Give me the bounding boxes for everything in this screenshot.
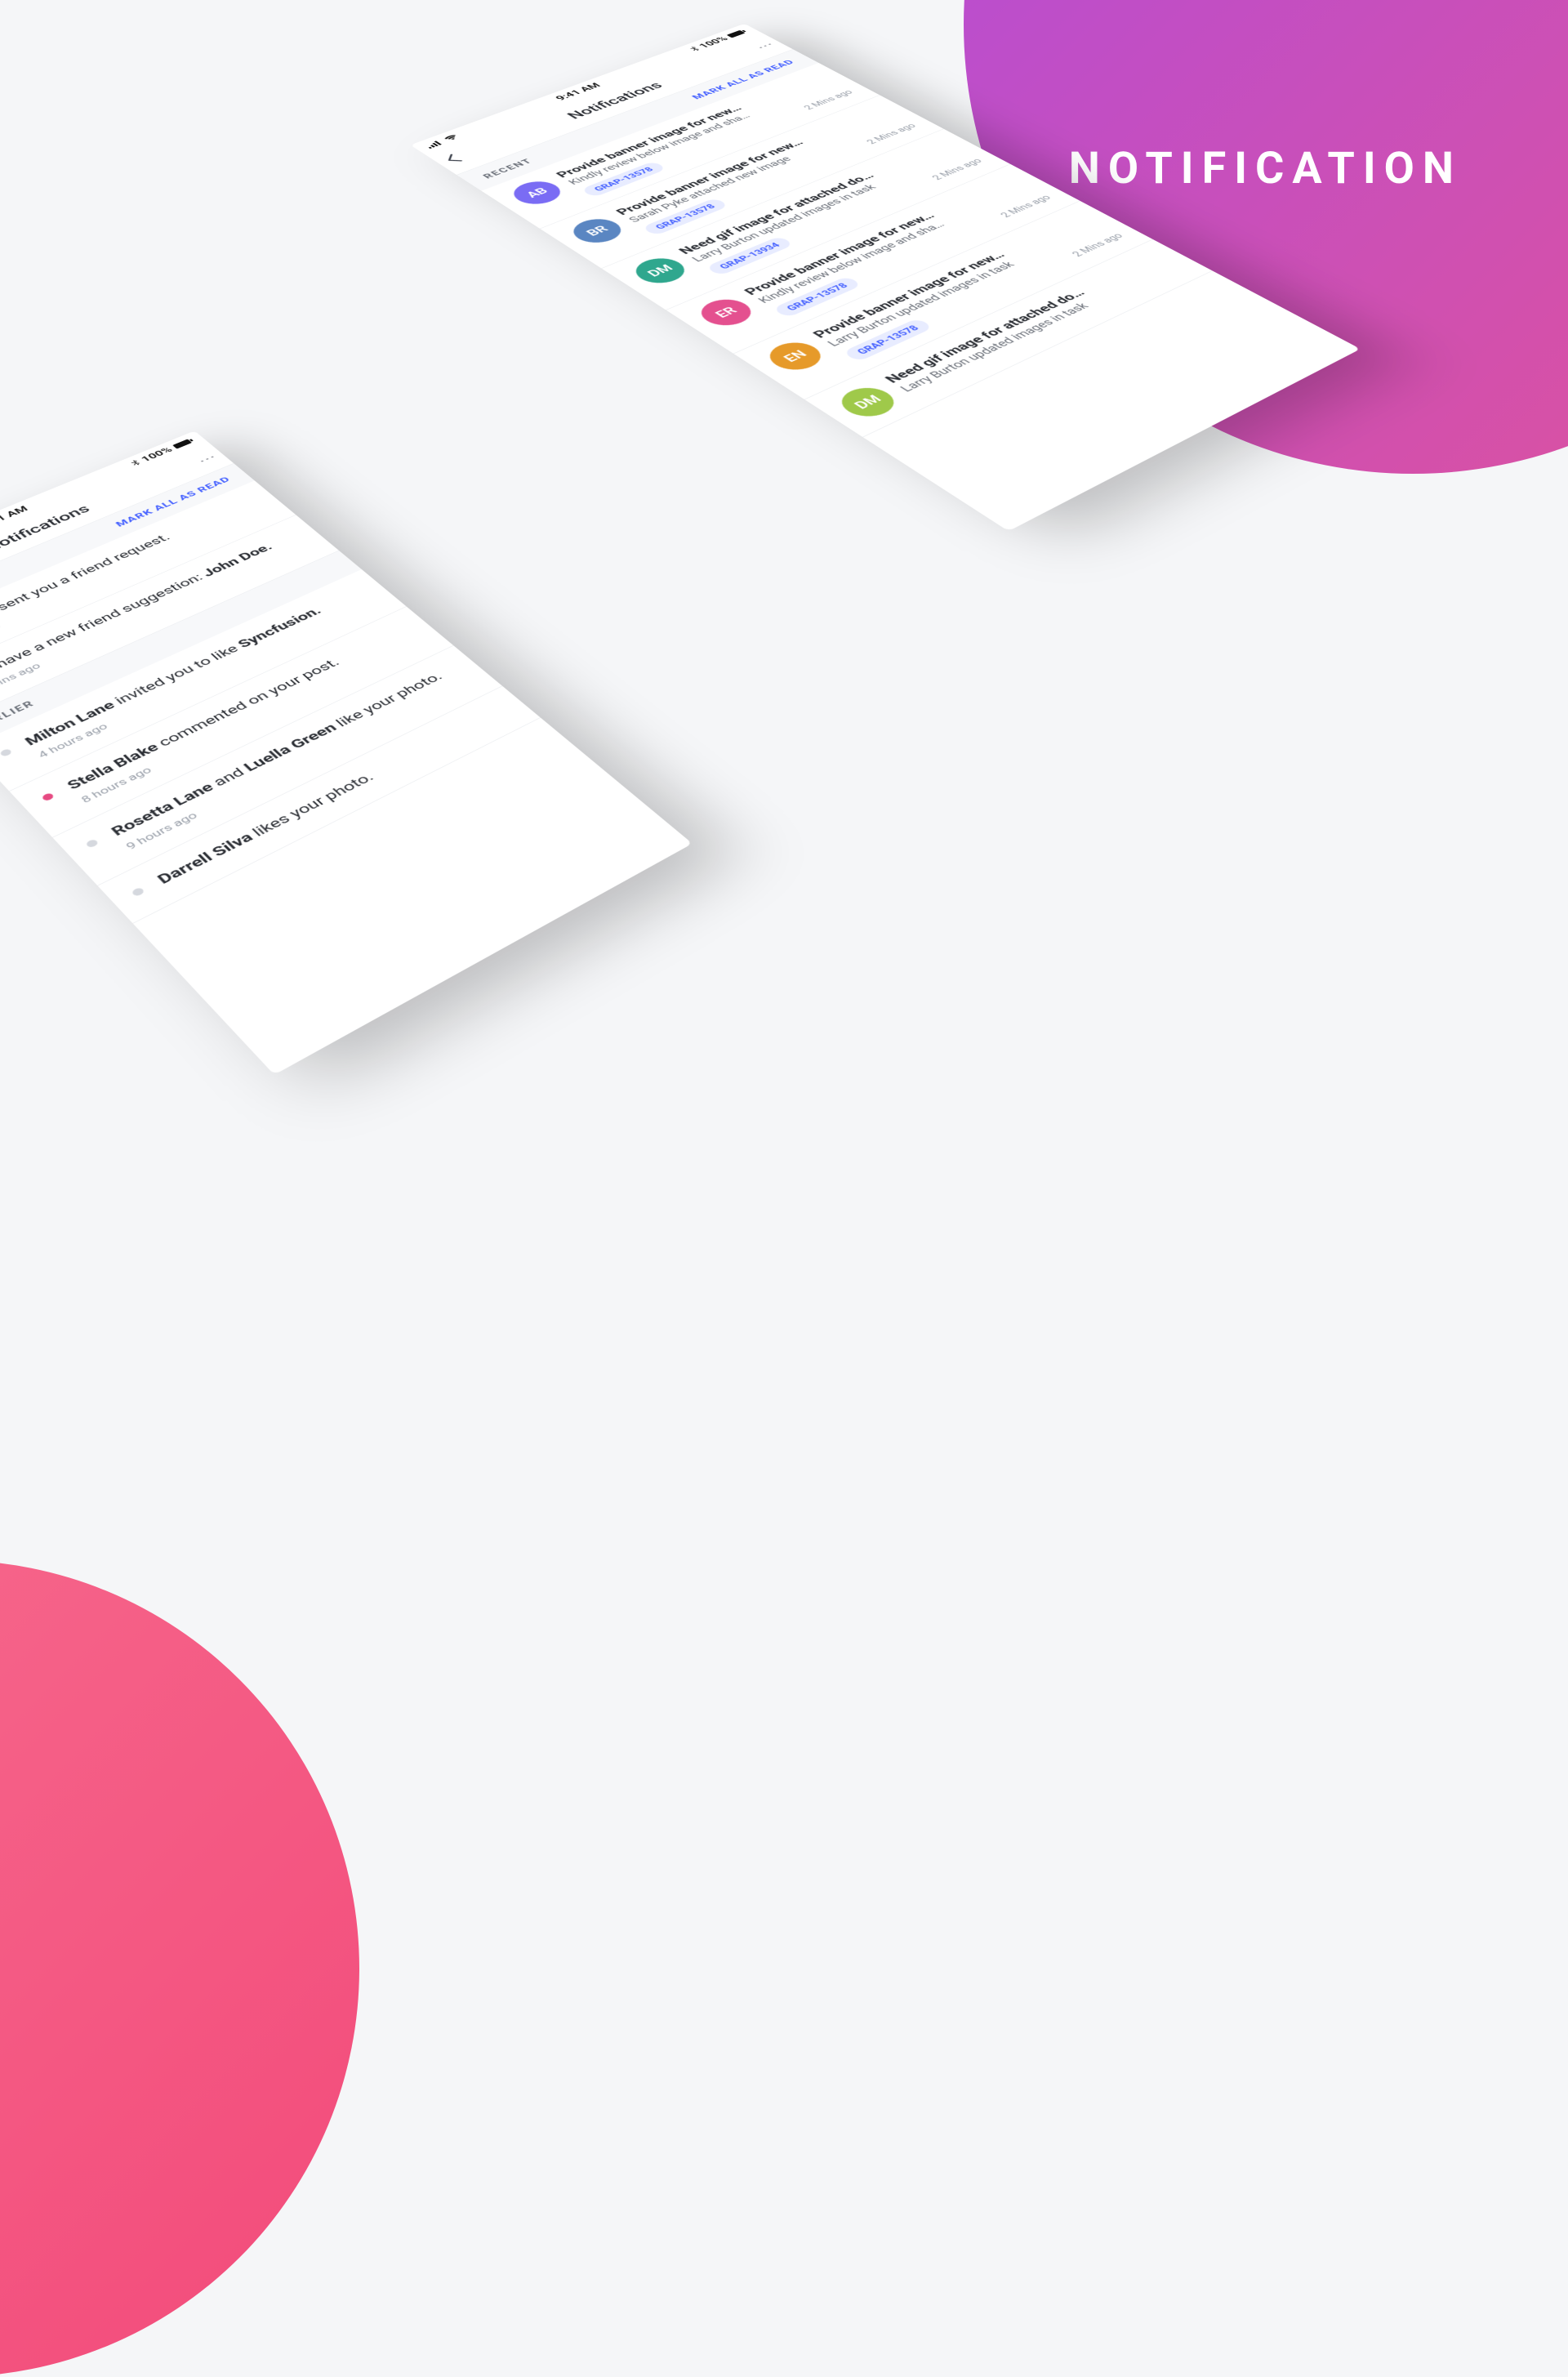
decorative-circle-bottom — [0, 1560, 359, 2377]
avatar: BR — [564, 215, 630, 248]
avatar: EN — [760, 337, 831, 375]
read-dot-icon — [0, 748, 12, 757]
read-dot-icon — [85, 839, 100, 849]
unread-dot-icon — [41, 792, 55, 802]
avatar: AB — [505, 177, 569, 209]
read-dot-icon — [131, 887, 145, 898]
avatar: DM — [626, 253, 694, 288]
battery-icon — [726, 29, 748, 38]
notification-list-social: RECENTMARK ALL AS READJohn Doe sent you … — [0, 463, 541, 923]
avatar: ER — [692, 294, 761, 330]
hero-title: NOTIFICATION — [1069, 143, 1462, 194]
avatar: DM — [831, 382, 904, 422]
wifi-icon — [442, 134, 461, 142]
bluetooth-icon — [688, 46, 702, 51]
signal-icon — [424, 140, 444, 149]
phone-mockup-social: 9:41 AM 100% Notifications ⋮ RECENTMARK … — [0, 430, 693, 1074]
bluetooth-icon — [130, 459, 142, 466]
